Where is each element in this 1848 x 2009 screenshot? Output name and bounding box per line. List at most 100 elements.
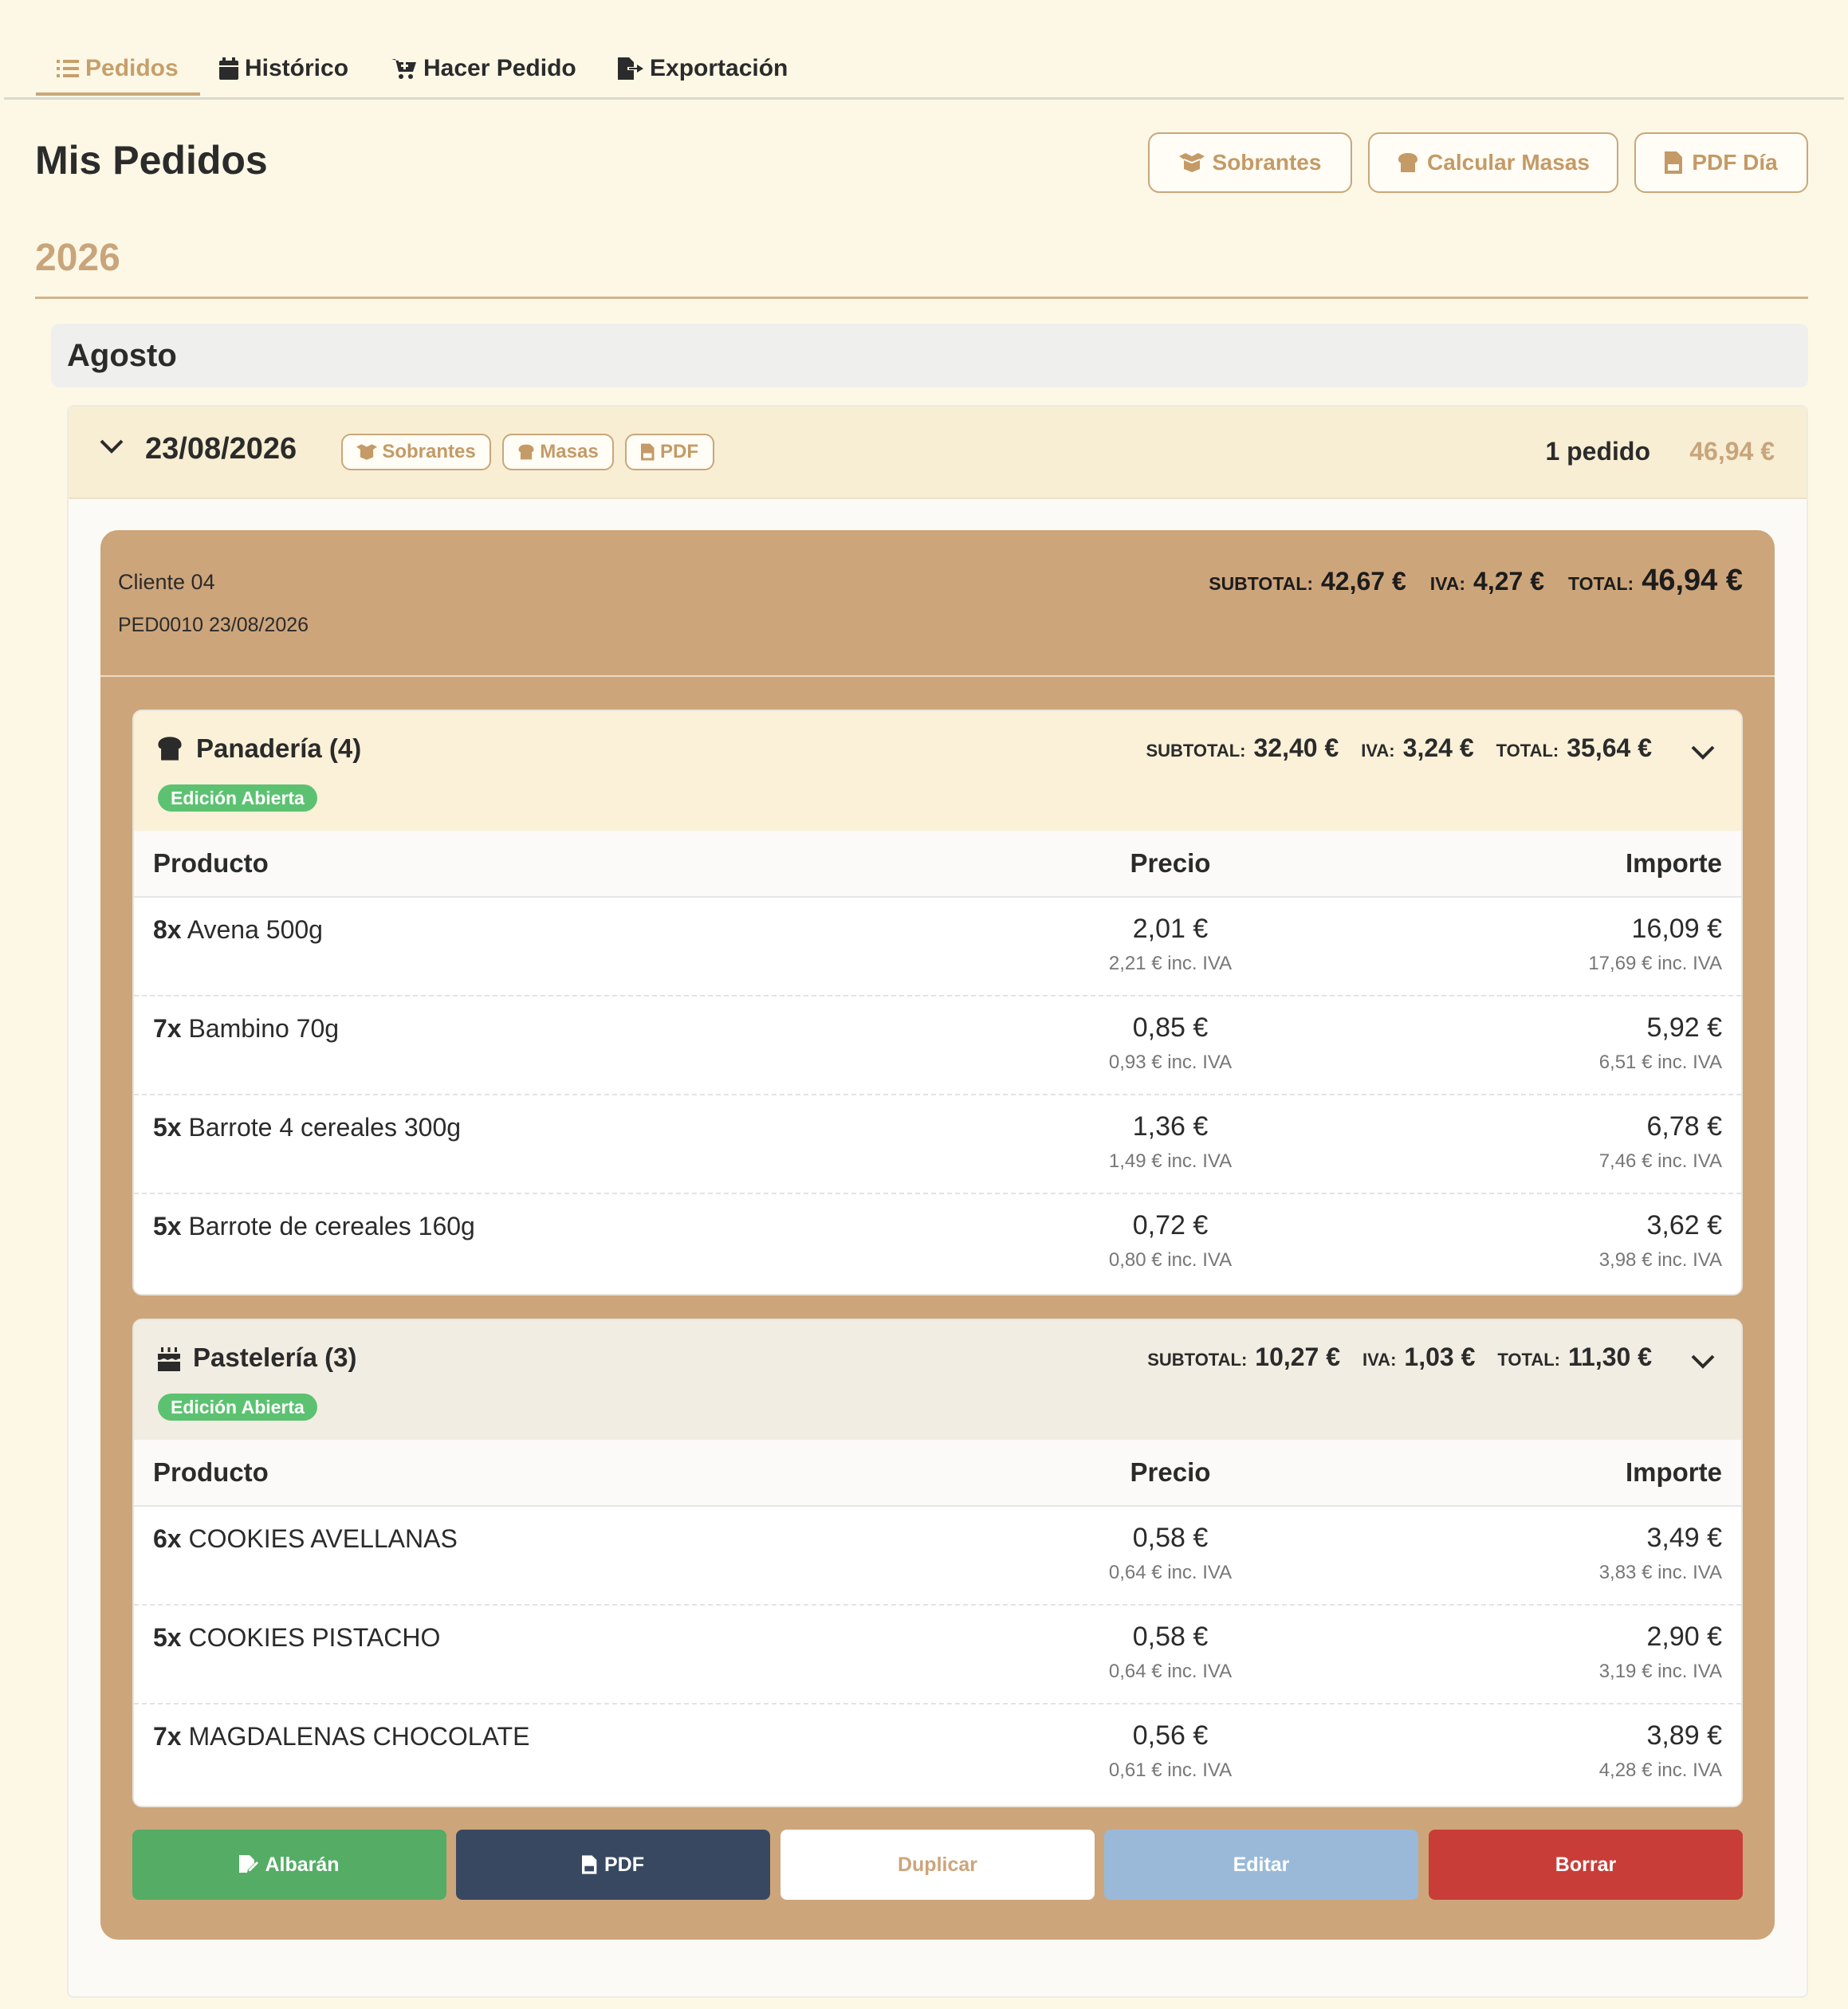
cake-icon [156, 1346, 182, 1371]
tab-historico[interactable]: Histórico [219, 45, 348, 92]
section-totals: SUBTOTAL: 10,27 € IVA: 1,03 € TOTAL: 11,… [1147, 1343, 1652, 1372]
day-doughs-button[interactable]: Masas [502, 434, 614, 470]
order-divider [100, 675, 1775, 677]
bread-icon [156, 737, 183, 761]
product-name: MAGDALENAS CHOCOLATE [188, 1722, 530, 1751]
section-iva: 1,03 € [1404, 1343, 1476, 1371]
section-header[interactable]: Pastelería (3) Edición Abierta SUBTOTAL:… [134, 1320, 1741, 1440]
section-pasteleria: Pastelería (3) Edición Abierta SUBTOTAL:… [132, 1319, 1743, 1807]
edit-button[interactable]: Editar [1104, 1830, 1418, 1900]
delete-button[interactable]: Borrar [1429, 1830, 1743, 1900]
unit-price: 0,85 € [1132, 1012, 1209, 1043]
delete-label: Borrar [1555, 1853, 1617, 1876]
amount-cell: 16,09 € 17,69 € inc. IVA [1588, 914, 1722, 975]
pdf-button[interactable]: PDF [456, 1830, 770, 1900]
day-leftovers-label: Sobrantes [382, 441, 476, 462]
unit-price: 0,58 € [1132, 1523, 1209, 1553]
line-amount-iva: 7,46 € inc. IVA [1598, 1150, 1722, 1172]
product-cell: 6x COOKIES AVELLANAS [153, 1524, 458, 1554]
leftovers-button[interactable]: Sobrantes [1148, 132, 1352, 193]
unit-price-iva: 0,61 € inc. IVA [1108, 1759, 1233, 1781]
unit-price-iva: 2,21 € inc. IVA [1108, 953, 1233, 974]
unit-price: 0,56 € [1132, 1720, 1209, 1751]
line-amount-iva: 4,28 € inc. IVA [1598, 1759, 1722, 1781]
quantity: 5x [153, 1623, 182, 1652]
table-header: Producto Precio Importe [134, 1440, 1741, 1507]
line-amount-iva: 3,19 € inc. IVA [1598, 1661, 1722, 1682]
section-iva: 3,24 € [1402, 733, 1474, 762]
unit-price: 0,72 € [1132, 1210, 1209, 1240]
line-amount-iva: 3,83 € inc. IVA [1598, 1562, 1722, 1583]
chevron-down-icon[interactable] [99, 438, 124, 454]
main-tabs: Pedidos Histórico Hacer Pedido Exportaci… [4, 0, 1844, 100]
line-amount: 3,49 € [1646, 1523, 1722, 1553]
section-header[interactable]: Panadería (4) Edición Abierta SUBTOTAL: … [134, 711, 1741, 831]
file-signature-icon [239, 1855, 259, 1874]
order-total: 46,94 € [1642, 564, 1743, 597]
product-name: Barrote 4 cereales 300g [188, 1113, 462, 1142]
line-amount-iva: 3,98 € inc. IVA [1598, 1249, 1722, 1271]
tab-label: Hacer Pedido [423, 55, 576, 81]
pdf-day-label: PDF Día [1692, 150, 1778, 175]
list-icon [57, 58, 79, 79]
pdf-day-button[interactable]: PDF Día [1634, 132, 1808, 193]
line-amount: 5,92 € [1646, 1012, 1722, 1043]
quantity: 8x [153, 915, 182, 944]
tab-label: Histórico [245, 55, 349, 81]
day-header[interactable]: 23/08/2026 Sobrantes Masas PDF 1 pedido … [69, 407, 1807, 499]
client-name: Cliente 04 [118, 570, 215, 594]
section-subtotal: 32,40 € [1253, 733, 1339, 762]
iva-label: IVA: [1429, 573, 1466, 594]
line-amount: 16,09 € [1631, 914, 1722, 944]
unit-price-iva: 0,93 € inc. IVA [1108, 1052, 1233, 1073]
product-name: Bambino 70g [188, 1014, 340, 1043]
leftovers-label: Sobrantes [1212, 150, 1322, 175]
quantity: 7x [153, 1014, 182, 1043]
line-amount: 6,78 € [1646, 1111, 1722, 1142]
day-leftovers-button[interactable]: Sobrantes [341, 434, 491, 470]
amount-cell: 2,90 € 3,19 € inc. IVA [1599, 1622, 1722, 1683]
calendar-icon [219, 57, 238, 80]
section-total: 35,64 € [1567, 733, 1652, 762]
amount-cell: 3,49 € 3,83 € inc. IVA [1599, 1523, 1722, 1584]
page-title: Mis Pedidos [35, 138, 268, 183]
product-cell: 7x Bambino 70g [153, 1014, 339, 1044]
table-body: 8x Avena 500g 2,01 € 2,21 € inc. IVA 16,0… [134, 898, 1741, 1292]
line-amount: 3,62 € [1646, 1210, 1722, 1240]
box-open-icon [1178, 153, 1205, 172]
calculate-doughs-button[interactable]: Calcular Masas [1368, 132, 1618, 193]
duplicate-label: Duplicar [897, 1853, 978, 1876]
iva-label: IVA: [1361, 741, 1395, 761]
column-price: Precio [1130, 848, 1211, 878]
product-cell: 7x MAGDALENAS CHOCOLATE [153, 1722, 529, 1751]
price-cell: 1,36 € 1,49 € inc. IVA [1051, 1111, 1290, 1173]
table-row: 7x MAGDALENAS CHOCOLATE 0,56 € 0,61 € inc… [134, 1704, 1741, 1802]
price-cell: 0,85 € 0,93 € inc. IVA [1051, 1012, 1290, 1074]
subtotal-label: SUBTOTAL: [1147, 1350, 1248, 1370]
tab-exportacion[interactable]: Exportación [618, 45, 788, 92]
status-badge: Edición Abierta [158, 1394, 317, 1421]
product-name: Barrote de cereales 160g [188, 1212, 475, 1240]
tab-hacer-pedido[interactable]: Hacer Pedido [391, 45, 576, 92]
table-row: 5x Barrote 4 cereales 300g 1,36 € 1,49 € … [134, 1095, 1741, 1194]
amount-cell: 3,89 € 4,28 € inc. IVA [1599, 1720, 1722, 1782]
chevron-down-icon[interactable] [1690, 1354, 1716, 1370]
quantity: 5x [153, 1113, 182, 1142]
section-panaderia: Panadería (4) Edición Abierta SUBTOTAL: … [132, 710, 1743, 1295]
duplicate-button[interactable]: Duplicar [780, 1830, 1095, 1900]
chevron-down-icon[interactable] [1690, 745, 1716, 761]
table-body: 6x COOKIES AVELLANAS 0,58 € 0,64 € inc. I… [134, 1507, 1741, 1802]
column-price: Precio [1130, 1457, 1211, 1487]
order-reference: PED0010 23/08/2026 [118, 614, 309, 636]
table-header: Producto Precio Importe [134, 831, 1741, 898]
albaran-label: Albarán [265, 1853, 340, 1876]
order-totals: SUBTOTAL: 42,67 € IVA: 4,27 € TOTAL: 46,… [1209, 564, 1743, 598]
edit-label: Editar [1233, 1853, 1290, 1876]
unit-price-iva: 0,64 € inc. IVA [1108, 1661, 1233, 1682]
albaran-button[interactable]: Albarán [132, 1830, 446, 1900]
tab-pedidos[interactable]: Pedidos [57, 45, 179, 92]
day-pdf-button[interactable]: PDF [625, 434, 714, 470]
subtotal-label: SUBTOTAL: [1146, 741, 1246, 761]
calculate-doughs-label: Calcular Masas [1427, 150, 1590, 175]
line-amount-iva: 6,51 € inc. IVA [1598, 1052, 1722, 1073]
